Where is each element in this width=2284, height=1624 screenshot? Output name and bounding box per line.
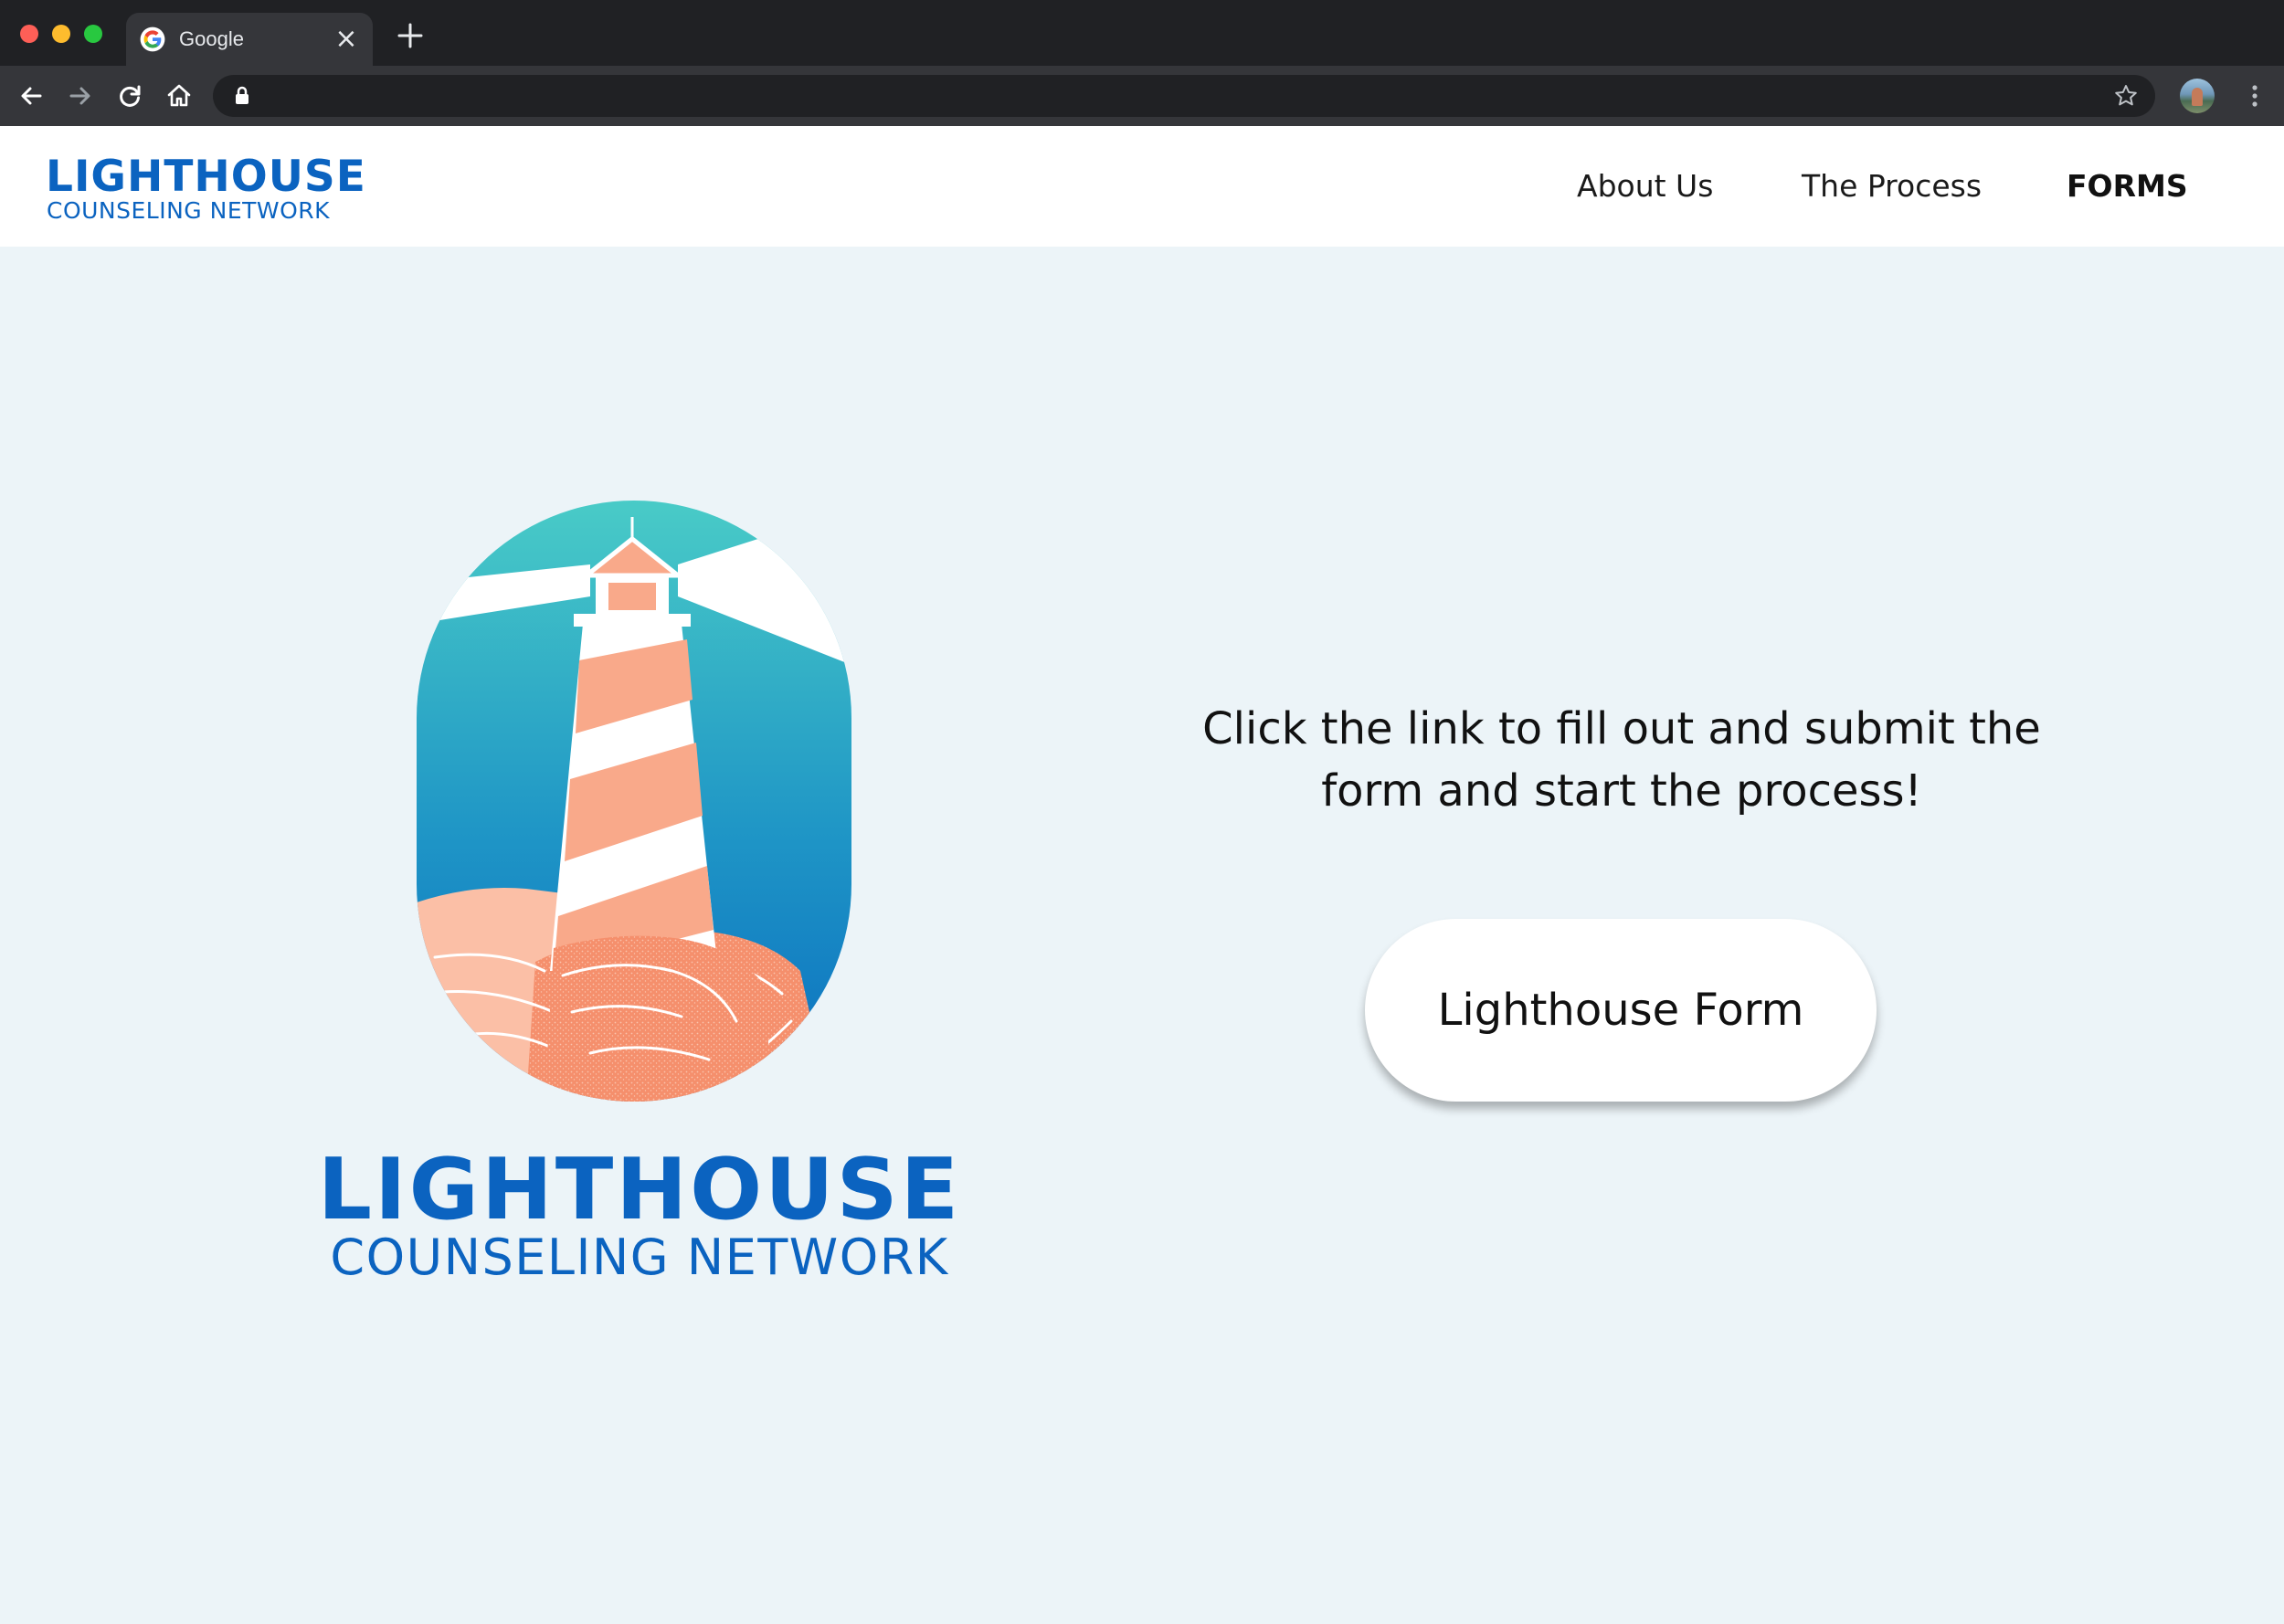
- browser-window: Google × LIGHTHOUSE COUNSELING NETWORK A…: [0, 0, 2284, 1624]
- star-icon[interactable]: [2113, 83, 2139, 109]
- main-logo-title: LIGHTHOUSE: [317, 1140, 962, 1239]
- lighthouse-emblem: [417, 501, 851, 1102]
- google-g-icon: [140, 26, 165, 52]
- browser-tab[interactable]: Google ×: [126, 13, 373, 66]
- tab-title: Google: [179, 27, 244, 50]
- tab-close-icon[interactable]: ×: [331, 24, 362, 55]
- site-header: LIGHTHOUSE COUNSELING NETWORK About Us T…: [0, 126, 2284, 247]
- address-bar[interactable]: [213, 75, 2155, 117]
- home-icon[interactable]: [164, 81, 194, 111]
- kebab-menu-icon[interactable]: [2240, 81, 2269, 111]
- main-logo-subtitle: COUNSELING NETWORK: [330, 1229, 949, 1286]
- reload-icon[interactable]: [115, 81, 144, 111]
- header-logo-title: LIGHTHOUSE: [46, 152, 366, 202]
- nav-forms[interactable]: FORMS: [2067, 168, 2188, 205]
- nav-about-us[interactable]: About Us: [1577, 168, 1713, 205]
- tab-strip: Google ×: [0, 0, 2284, 66]
- profile-avatar[interactable]: [2180, 79, 2215, 113]
- header-logo-subtitle: COUNSELING NETWORK: [47, 197, 331, 224]
- browser-toolbar: [0, 66, 2284, 126]
- new-tab-plus-icon[interactable]: [395, 20, 426, 51]
- lighthouse-form-button[interactable]: Lighthouse Form: [1365, 919, 1877, 1102]
- minimize-window-button[interactable]: [52, 25, 70, 43]
- main-content: LIGHTHOUSE COUNSELING NETWORK Click the …: [0, 247, 2284, 1624]
- maximize-window-button[interactable]: [84, 25, 102, 43]
- cta-instructions: Click the link to fill out and submit th…: [1202, 703, 2041, 817]
- nav-the-process[interactable]: The Process: [1802, 168, 1982, 205]
- back-arrow-icon[interactable]: [16, 81, 46, 111]
- forward-arrow-icon[interactable]: [66, 81, 95, 111]
- close-window-button[interactable]: [20, 25, 38, 43]
- lock-icon[interactable]: [231, 85, 253, 107]
